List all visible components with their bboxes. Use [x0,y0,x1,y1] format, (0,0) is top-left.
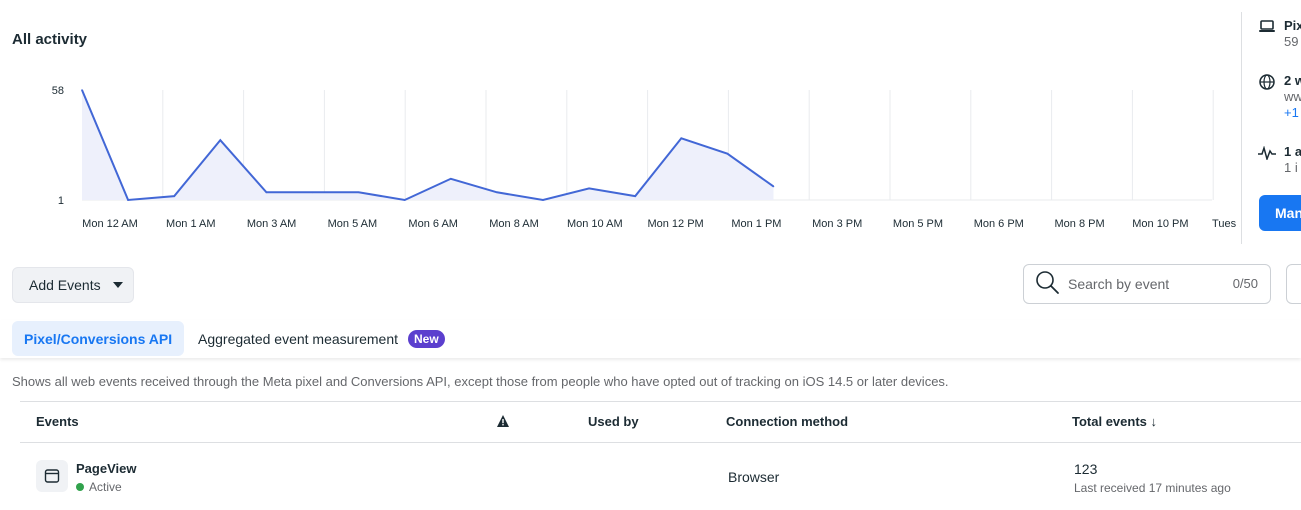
y-tick-label: 1 [58,195,64,207]
x-tick-label: Mon 1 PM [731,218,781,230]
tab-pixel-label: Pixel/Conversions API [24,330,173,347]
page-title: All activity [12,31,88,48]
pixel-summary: Pix59 [1258,18,1301,50]
websites-domain: ww [1284,89,1301,104]
column-connection-method[interactable]: Connection method [726,414,848,429]
y-tick-label: 58 [52,85,64,97]
status-dot-icon [76,483,84,491]
chart-point[interactable] [173,195,175,197]
chart-point[interactable] [265,191,268,194]
pixel-title: Pix [1284,18,1301,33]
browser-window-icon [36,460,68,492]
activity-pulse-icon [1258,144,1276,162]
search-icon [1034,269,1060,300]
x-tick-label: Mon 10 AM [567,218,623,230]
event-name[interactable]: PageView [76,461,136,476]
x-tick-label: Mon 8 AM [489,218,539,230]
x-tick-label: Mon 10 PM [1132,218,1188,230]
chart-point[interactable] [403,199,406,201]
x-tick-label: Tues 12 AM [1212,218,1240,230]
chart-point[interactable] [357,191,360,194]
new-badge: New [408,329,445,348]
events-table-header: Events Used by Connection method Total e… [20,401,1301,443]
pixel-id: 59 [1284,34,1299,49]
warning-icon [496,414,510,431]
more-button[interactable] [1286,264,1301,304]
pixel-info-panel: Pix59 2 www+1 1 a1 i Man [1241,12,1301,244]
websites-summary: 2 www+1 [1258,73,1301,121]
event-total: 123 [1074,461,1098,477]
x-tick-label: Mon 5 AM [328,218,378,230]
tab-pixel-conversions-api[interactable]: Pixel/Conversions API [12,321,185,356]
x-tick-label: Mon 6 AM [408,218,458,230]
chart-point[interactable] [542,199,544,201]
computer-icon [1258,18,1276,36]
activity-sub: 1 i [1284,160,1298,175]
add-events-label: Add Events [29,277,101,293]
chart-point[interactable] [81,89,83,91]
event-status: Active [76,480,122,494]
event-connection-method: Browser [728,469,780,485]
tab-aem-label: Aggregated event measurement [198,330,399,347]
x-tick-label: Mon 12 AM [82,218,138,230]
chart-point[interactable] [726,152,729,155]
manage-button[interactable]: Man [1259,195,1301,231]
column-used-by[interactable]: Used by [588,414,639,429]
chart-point[interactable] [496,191,498,194]
chart-point[interactable] [680,137,683,140]
chart-point[interactable] [219,139,222,141]
chart-point[interactable] [127,199,129,201]
x-tick-label: Mon 6 PM [974,218,1024,230]
websites-more-link[interactable]: +1 [1284,105,1301,121]
search-char-count: 0/50 [1232,276,1258,291]
activity-title: 1 a [1284,144,1301,159]
tab-aggregated-event-measurement[interactable]: Aggregated event measurement New [198,321,445,356]
column-total-events[interactable]: Total events ↓ [1072,414,1157,429]
chart-point[interactable] [634,195,636,197]
x-tick-label: Mon 12 PM [647,218,703,230]
chart-point[interactable] [588,187,590,190]
search-input[interactable] [1068,276,1228,292]
x-tick-label: Mon 5 PM [893,218,943,230]
caret-down-icon [112,282,123,288]
search-box[interactable]: 0/50 [1023,264,1271,304]
chart-point[interactable] [311,191,314,194]
chart-point[interactable] [450,177,452,180]
websites-title: 2 w [1284,73,1301,88]
x-tick-label: Mon 1 AM [166,218,216,230]
x-tick-label: Mon 3 AM [247,218,297,230]
chart-point[interactable] [772,185,775,188]
tab-bar: Pixel/Conversions API Aggregated event m… [0,320,1301,358]
column-events[interactable]: Events [36,414,79,429]
add-events-button[interactable]: Add Events [12,267,134,303]
table-row[interactable]: PageView Active Browser 123 Last receive… [20,443,1301,510]
activity-chart: Mon 12 AM Mon 1 AM Mon 3 AM Mon 5 AM Mon 6 A… [52,85,1240,230]
activity-summary: 1 a1 i [1258,144,1301,176]
event-status-label: Active [89,480,122,494]
tab-description: Shows all web events received through th… [12,374,949,389]
x-tick-label: Mon 3 PM [812,218,862,230]
event-last-received: Last received 17 minutes ago [1074,481,1231,495]
x-tick-label: Mon 8 PM [1055,218,1105,230]
globe-icon [1258,73,1276,91]
